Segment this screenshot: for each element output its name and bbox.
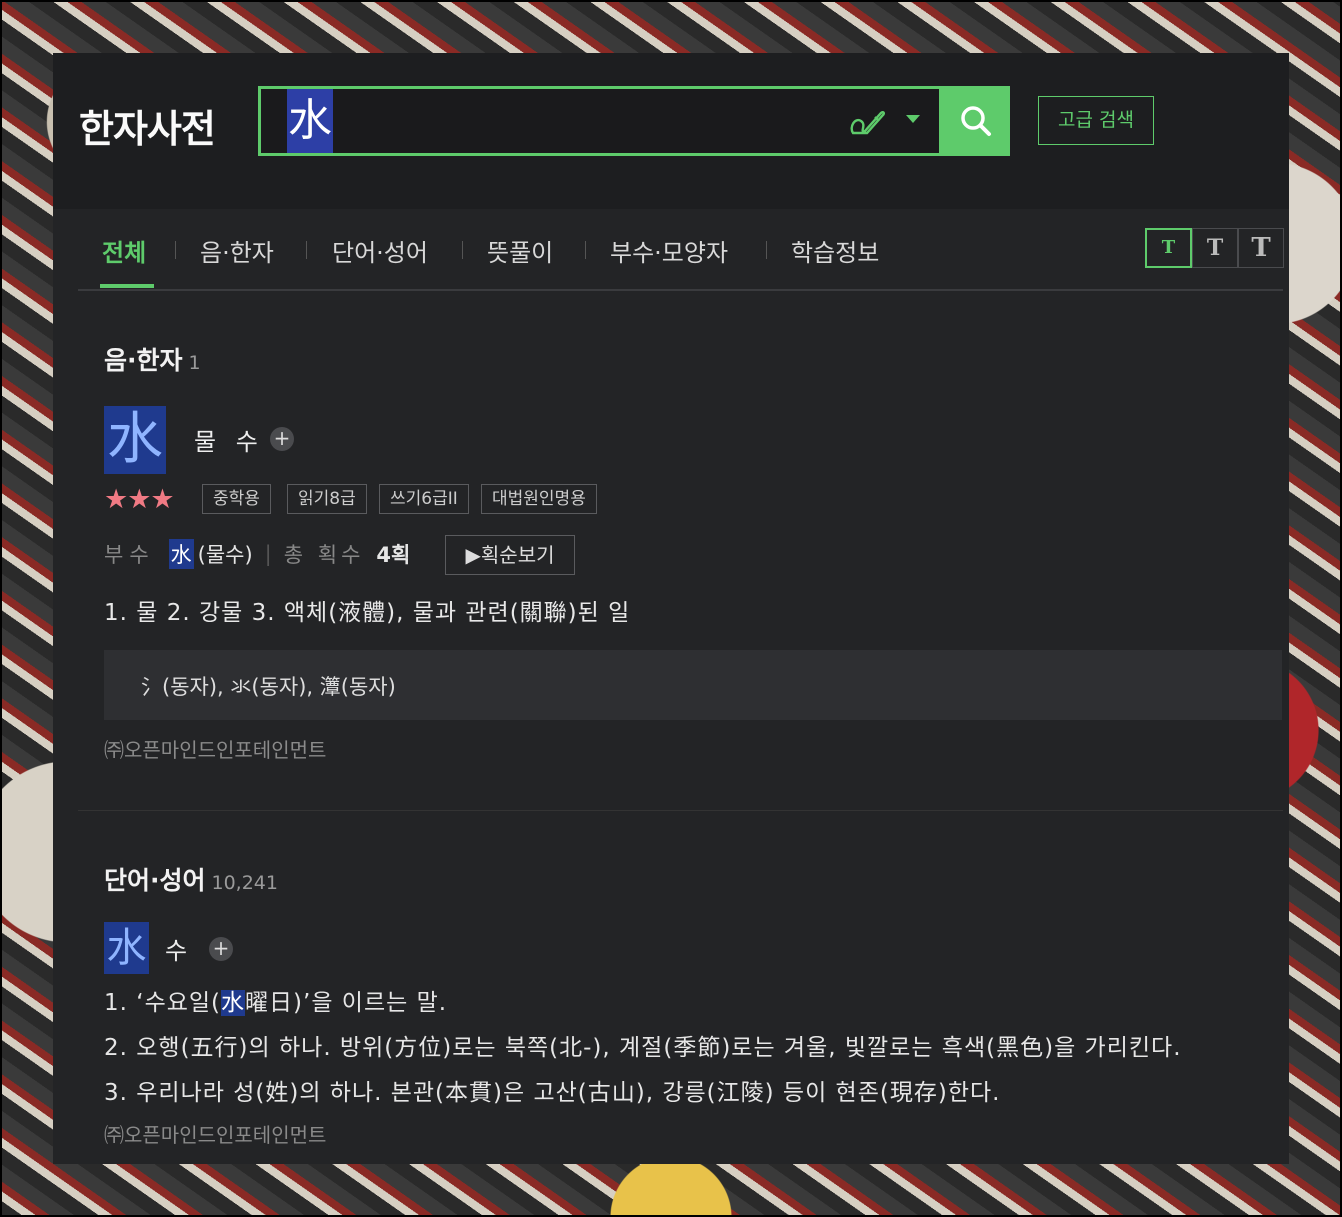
tab-words[interactable]: 단어·성어 <box>332 233 428 268</box>
chevron-down-icon[interactable] <box>906 115 920 123</box>
section-title-text: 단어·성어 <box>104 866 206 895</box>
font-size-selector: T T T <box>1145 228 1284 268</box>
tab-divider <box>462 241 463 259</box>
stroke-order-button[interactable]: ▶획순보기 <box>445 535 575 575</box>
def1-text: 1. ‘수요일( <box>104 990 222 1016</box>
font-size-small-button[interactable]: T <box>1145 228 1192 268</box>
word-character[interactable]: 水 <box>104 922 149 974</box>
tab-divider <box>585 241 586 259</box>
section-count: 10,241 <box>211 872 278 894</box>
hanja-meaning: 1. 물 2. 강물 3. 액체(液體), 물과 관련(關聯)된 일 <box>104 600 631 626</box>
handwriting-icon[interactable] <box>847 103 887 139</box>
source-credit: ㈜오픈마인드인포테인먼트 <box>104 738 327 762</box>
def1-highlight[interactable]: 水 <box>221 990 246 1016</box>
advanced-search-button[interactable]: 고급 검색 <box>1038 96 1154 145</box>
strokes-label: 총 획수 <box>283 543 365 567</box>
badge-write-grade[interactable]: 쓰기6급II <box>379 484 469 514</box>
header: 한자사전 水 고급 검색 <box>53 53 1289 209</box>
tab-divider <box>766 241 767 259</box>
section-divider <box>78 810 1283 811</box>
add-vocab-button[interactable]: + <box>209 937 233 961</box>
search-button[interactable] <box>942 86 1010 156</box>
word-definition-2: 2. 오행(五行)의 하나. 방위(方位)로는 북쪽(北-), 계절(季節)로는… <box>104 1035 1182 1061</box>
search-icon <box>961 106 991 136</box>
font-size-large-button[interactable]: T <box>1238 228 1284 268</box>
source-credit: ㈜오픈마인드인포테인먼트 <box>104 1123 327 1147</box>
radical-char[interactable]: 水 <box>168 539 194 569</box>
logo[interactable]: 한자사전 <box>79 98 216 153</box>
badge-read-grade[interactable]: 읽기8급 <box>287 484 367 514</box>
importance-stars: ★★★ <box>104 484 175 515</box>
tab-study[interactable]: 학습정보 <box>791 233 879 268</box>
section-title-text: 음·한자 <box>104 346 183 375</box>
hanja-reading: 물 수 <box>194 428 264 456</box>
add-vocab-button[interactable]: + <box>270 427 294 451</box>
variants-text[interactable]: 氵(동자), 氺(동자), 㶘(동자) <box>141 671 396 701</box>
hanja-meta: 부수 水 (물수) | 총 획수 4획 <box>104 539 410 569</box>
tab-divider <box>175 241 176 259</box>
word-definition-3: 3. 우리나라 성(姓)의 하나. 본관(本貫)은 고산(古山), 강릉(江陵)… <box>104 1080 1001 1106</box>
tab-radical[interactable]: 부수·모양자 <box>610 233 728 268</box>
strokes-value: 4획 <box>376 543 411 567</box>
radical-label: 부수 <box>104 543 155 567</box>
section-count: 1 <box>188 352 201 374</box>
hanja-character[interactable]: 水 <box>104 406 166 474</box>
def1-text-end: 曜日)’을 이르는 말. <box>245 990 448 1016</box>
meta-divider: | <box>264 542 272 566</box>
badge-middle-school[interactable]: 중학용 <box>202 484 271 514</box>
section-title-hanja[interactable]: 음·한자 1 <box>104 341 201 377</box>
search-token[interactable]: 水 <box>287 89 333 153</box>
play-icon: ▶ <box>465 543 481 567</box>
word-definition-1: 1. ‘수요일(水曜日)’을 이르는 말. <box>104 983 447 1017</box>
stroke-order-label: 획순보기 <box>480 543 555 567</box>
font-size-medium-button[interactable]: T <box>1192 228 1238 268</box>
radical-name: (물수) <box>197 543 253 567</box>
tab-all[interactable]: 전체 <box>102 233 146 268</box>
search-input[interactable]: 水 <box>258 86 942 156</box>
word-reading: 수 <box>165 937 188 965</box>
badge-name-use[interactable]: 대법원인명용 <box>481 484 597 514</box>
tab-divider <box>306 241 307 259</box>
active-tab-indicator <box>100 284 154 288</box>
section-title-words[interactable]: 단어·성어 10,241 <box>104 861 278 897</box>
tab-bar: 전체 음·한자 단어·성어 뜻풀이 부수·모양자 학습정보 <box>78 211 1283 291</box>
dictionary-panel: 한자사전 水 고급 검색 전체 음·한자 단어·성어 뜻풀이 부수·모양자 학습… <box>53 53 1289 1164</box>
variants-box: 氵(동자), 氺(동자), 㶘(동자) <box>104 650 1282 720</box>
tab-meaning[interactable]: 뜻풀이 <box>487 233 553 268</box>
tab-sound-hanja[interactable]: 음·한자 <box>200 233 274 268</box>
